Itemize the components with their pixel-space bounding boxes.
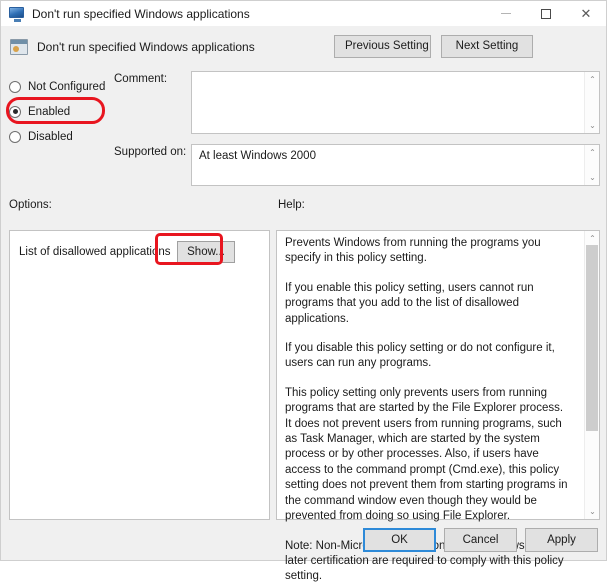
apply-button[interactable]: Apply xyxy=(525,528,598,552)
policy-state-group: Not Configured Enabled Disabled xyxy=(9,75,109,150)
scroll-down-icon[interactable]: ⌄ xyxy=(585,505,600,518)
help-paragraph: If you enable this policy setting, users… xyxy=(285,281,534,325)
radio-label: Disabled xyxy=(28,130,73,143)
policy-setting-icon xyxy=(10,38,28,55)
scroll-up-icon[interactable]: ⌃ xyxy=(585,232,600,245)
previous-setting-button[interactable]: Previous Setting xyxy=(334,35,431,58)
group-policy-dialog: Don't run specified Windows applications… xyxy=(0,0,607,582)
radio-enabled[interactable]: Enabled xyxy=(9,100,109,123)
option-label: List of disallowed applications xyxy=(19,246,171,258)
comment-input[interactable]: ⌃ ⌄ xyxy=(191,71,600,134)
scroll-down-icon[interactable]: ⌄ xyxy=(585,119,600,132)
policy-header: Don't run specified Windows applications… xyxy=(1,26,606,67)
radio-disabled[interactable]: Disabled xyxy=(9,125,109,148)
title-bar: Don't run specified Windows applications… xyxy=(1,1,606,27)
radio-label: Enabled xyxy=(28,105,71,118)
maximize-icon xyxy=(541,8,551,19)
scroll-down-icon[interactable]: ⌄ xyxy=(585,171,600,184)
show-button[interactable]: Show... xyxy=(177,241,235,263)
close-icon: ✕ xyxy=(580,6,592,21)
comment-label: Comment: xyxy=(114,73,168,85)
close-button[interactable]: ✕ xyxy=(566,1,606,26)
help-paragraph: If you disable this policy setting or do… xyxy=(285,342,555,370)
supported-on-box: At least Windows 2000 ⌃ ⌄ xyxy=(191,144,600,186)
minimize-button[interactable] xyxy=(486,1,526,26)
radio-icon xyxy=(9,80,21,93)
monitor-icon xyxy=(9,6,25,22)
supported-on-value: At least Windows 2000 xyxy=(199,150,316,162)
scroll-up-icon[interactable]: ⌃ xyxy=(585,146,600,159)
footer-buttons: OK Cancel Apply xyxy=(363,528,598,552)
maximize-button[interactable] xyxy=(526,1,566,26)
supported-on-scrollbar[interactable]: ⌃ ⌄ xyxy=(584,145,599,185)
radio-icon-selected xyxy=(9,105,21,118)
radio-icon xyxy=(9,130,21,143)
options-section-label: Options: xyxy=(9,199,52,211)
window-title: Don't run specified Windows applications xyxy=(32,6,250,21)
radio-label: Not Configured xyxy=(28,80,106,93)
setting-navigation: Previous Setting Next Setting xyxy=(334,35,533,58)
cancel-button[interactable]: Cancel xyxy=(444,528,517,552)
radio-not-configured[interactable]: Not Configured xyxy=(9,75,109,98)
help-section-label: Help: xyxy=(278,199,305,211)
window-controls: ✕ xyxy=(486,1,606,26)
next-setting-button[interactable]: Next Setting xyxy=(441,35,533,58)
help-paragraph: Prevents Windows from running the progra… xyxy=(285,237,541,265)
help-scrollbar[interactable]: ⌃ ⌄ xyxy=(584,231,599,519)
help-paragraph: This policy setting only prevents users … xyxy=(285,386,568,523)
minimize-icon xyxy=(501,13,511,14)
policy-title: Don't run specified Windows applications xyxy=(37,39,255,54)
ok-button[interactable]: OK xyxy=(363,528,436,552)
scrollbar-thumb[interactable] xyxy=(586,245,598,431)
comment-scrollbar[interactable]: ⌃ ⌄ xyxy=(584,72,599,133)
option-row-disallowed-apps: List of disallowed applications Show... xyxy=(19,240,263,264)
options-panel: List of disallowed applications Show... xyxy=(9,230,270,520)
help-panel: Prevents Windows from running the progra… xyxy=(276,230,600,582)
dialog-footer: OK Cancel Apply xyxy=(1,520,606,560)
scroll-up-icon[interactable]: ⌃ xyxy=(585,73,600,86)
supported-on-label: Supported on: xyxy=(114,146,187,158)
